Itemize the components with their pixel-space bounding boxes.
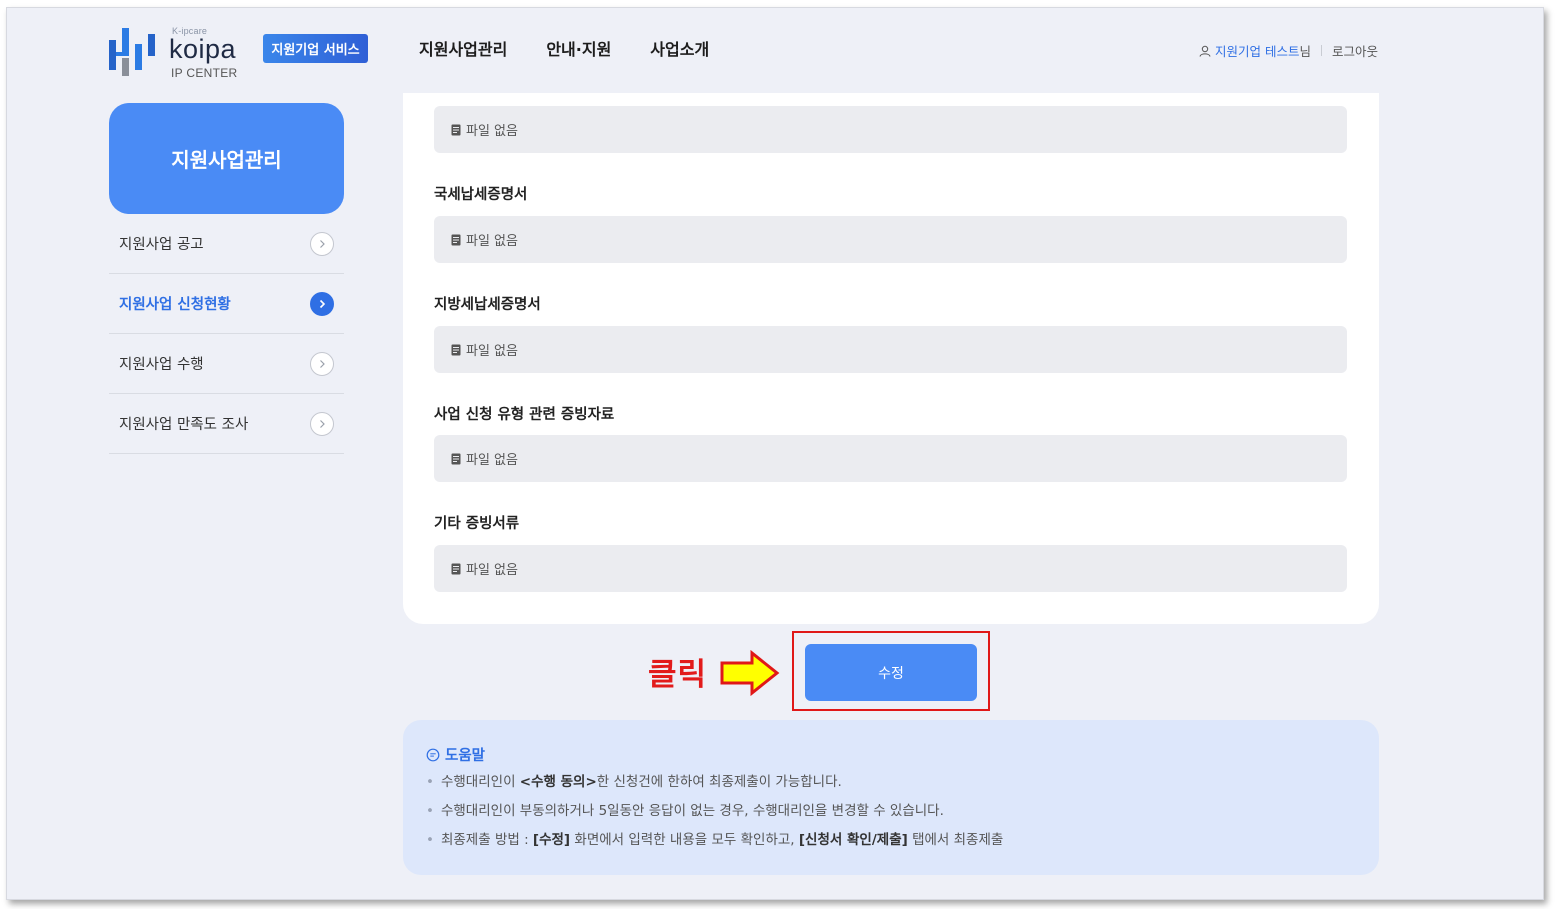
brand-name: koipa	[169, 34, 237, 64]
file-icon	[451, 234, 461, 245]
user-utility: 지원기업 테스트 님 로그아웃	[1199, 41, 1378, 60]
help-title: 도움말	[426, 744, 485, 765]
help-box: 도움말 • 수행대리인이 <수행 동의>한 신청건에 한하여 최종제출이 가능합니…	[403, 720, 1379, 875]
file-field[interactable]: 파일 없음	[434, 545, 1347, 592]
sidebar-item-label: 지원사업 공고	[119, 237, 204, 253]
logout-link[interactable]: 로그아웃	[1332, 41, 1378, 60]
arrow-right-icon	[720, 650, 780, 696]
global-nav: 지원사업관리 안내·지원 사업소개	[419, 36, 709, 60]
help-item: • 수행대리인이 <수행 동의>한 신청건에 한하여 최종제출이 가능합니다.	[426, 774, 842, 790]
field-label-application-type-evidence: 사업 신청 유형 관련 증빙자료	[434, 407, 615, 423]
file-icon	[451, 124, 461, 135]
sidebar-item-application-status[interactable]: 지원사업 신청현황	[109, 274, 344, 334]
file-field[interactable]: 파일 없음	[434, 435, 1347, 482]
chevron-right-icon	[310, 411, 334, 436]
file-icon	[451, 344, 461, 355]
user-name[interactable]: 지원기업 테스트	[1215, 41, 1299, 60]
help-item: • 최종제출 방법 : [수정] 화면에서 입력한 내용을 모두 확인하고, [신…	[426, 832, 1004, 848]
help-list: • 수행대리인이 <수행 동의>한 신청건에 한하여 최종제출이 가능합니다. •…	[426, 772, 1003, 859]
logo-mark-icon	[109, 28, 155, 76]
help-title-text: 도움말	[445, 748, 486, 764]
sidebar-menu: 지원사업 공고 지원사업 신청현황 지원사업 수행 지원사업 만족도 조사	[109, 214, 344, 454]
brand-subtitle: IP CENTER	[171, 66, 238, 80]
chevron-right-icon	[310, 291, 334, 316]
file-empty-text: 파일 없음	[466, 563, 518, 578]
divider	[1320, 45, 1322, 56]
sidebar-item-label: 지원사업 신청현황	[119, 297, 231, 313]
field-label-national-tax: 국세납세증명서	[434, 187, 528, 203]
chevron-right-icon	[310, 351, 334, 376]
chevron-right-icon	[310, 231, 334, 256]
nav-business-intro[interactable]: 사업소개	[650, 36, 709, 60]
edit-button[interactable]: 수정	[805, 644, 977, 701]
click-annotation-label: 클릭	[648, 657, 708, 693]
app-window: K-ipcare koipa IP CENTER 지원기업 서비스 지원사업관리…	[6, 7, 1544, 900]
nav-support-management[interactable]: 지원사업관리	[419, 36, 507, 60]
chat-bubble-icon	[426, 748, 440, 761]
sidebar-title: 지원사업관리	[109, 103, 344, 214]
file-field[interactable]: 파일 없음	[434, 106, 1347, 153]
help-item: • 수행대리인이 부동의하거나 5일동안 응답이 없는 경우, 수행대리인을 변경…	[426, 803, 944, 819]
file-field[interactable]: 파일 없음	[434, 216, 1347, 263]
sidebar-item-label: 지원사업 수행	[119, 357, 204, 373]
file-icon	[451, 563, 461, 574]
sidebar-item-execution[interactable]: 지원사업 수행	[109, 334, 344, 394]
file-empty-text: 파일 없음	[466, 344, 518, 359]
file-field[interactable]: 파일 없음	[434, 326, 1347, 373]
sidebar-item-announcement[interactable]: 지원사업 공고	[109, 214, 344, 274]
service-badge[interactable]: 지원기업 서비스	[263, 34, 368, 63]
user-suffix: 님	[1299, 44, 1311, 59]
field-label-local-tax: 지방세납세증명서	[434, 297, 541, 313]
sidebar-item-label: 지원사업 만족도 조사	[119, 417, 249, 433]
file-empty-text: 파일 없음	[466, 453, 518, 468]
user-icon	[1199, 45, 1211, 57]
koipa-logo[interactable]: K-ipcare koipa IP CENTER	[109, 24, 254, 80]
file-empty-text: 파일 없음	[466, 234, 518, 249]
attachments-card: 파일 없음 국세납세증명서 파일 없음 지방세납세증명서 파일 없음 사업 신청…	[403, 93, 1379, 624]
field-label-other-evidence: 기타 증빙서류	[434, 516, 520, 532]
file-icon	[451, 453, 461, 464]
file-empty-text: 파일 없음	[466, 124, 518, 139]
sidebar-item-satisfaction-survey[interactable]: 지원사업 만족도 조사	[109, 394, 344, 454]
nav-guide-support[interactable]: 안내·지원	[546, 36, 611, 60]
